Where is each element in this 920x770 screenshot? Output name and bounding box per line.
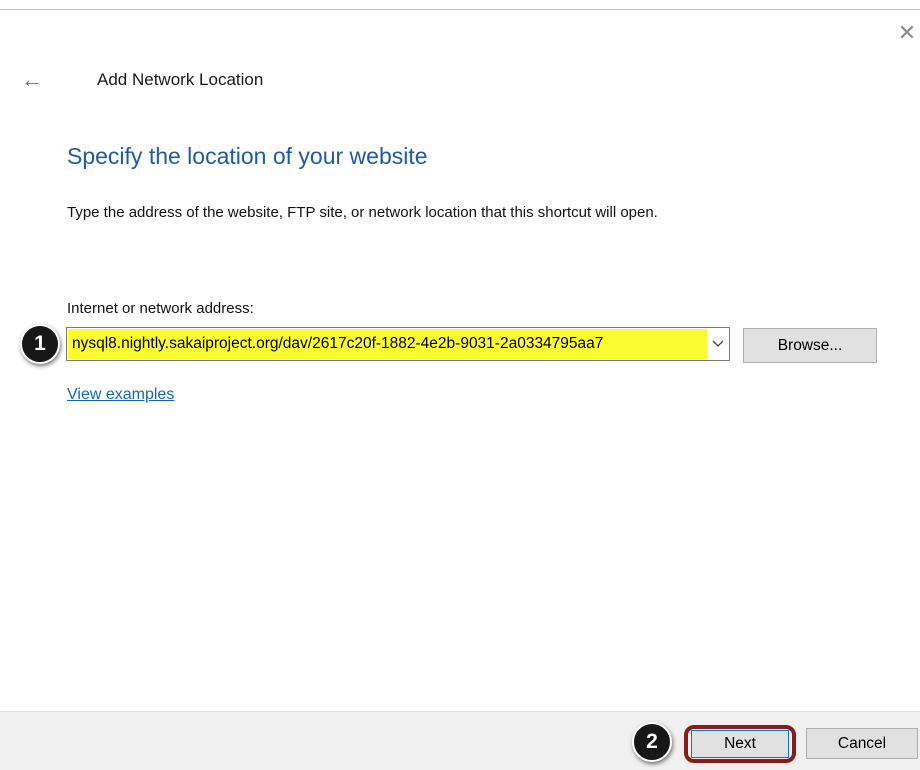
dialog-title: Add Network Location (97, 70, 264, 89)
address-input[interactable] (68, 329, 707, 359)
cancel-button[interactable]: Cancel (806, 728, 918, 759)
view-examples-link[interactable]: View examples (67, 386, 174, 404)
chevron-down-icon (712, 340, 724, 347)
back-arrow-icon: ← (21, 67, 43, 92)
back-button[interactable]: ← (18, 66, 46, 94)
step-2-callout: 2 (632, 722, 672, 762)
page-heading: Specify the location of your website (67, 143, 428, 169)
window-top-border (0, 9, 920, 10)
next-button[interactable]: Next (691, 730, 789, 758)
step-1-callout: 1 (20, 324, 60, 364)
close-icon: ✕ (897, 20, 917, 45)
address-label: Internet or network address: (67, 300, 254, 317)
close-button[interactable]: ✕ (896, 22, 918, 44)
browse-button[interactable]: Browse... (743, 328, 877, 363)
address-dropdown-button[interactable] (707, 328, 729, 360)
instructions-text: Type the address of the website, FTP sit… (67, 204, 658, 221)
address-combobox[interactable] (66, 327, 730, 361)
